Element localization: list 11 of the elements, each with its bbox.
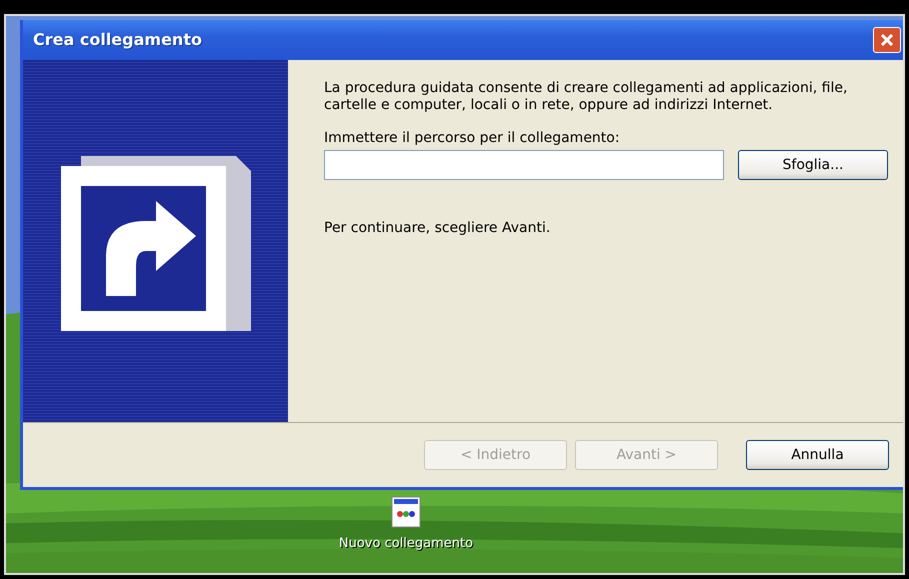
browse-button[interactable]: Sfoglia... [738, 150, 888, 180]
hint-text: Per continuare, scegliere Avanti. [324, 220, 552, 238]
path-input-field[interactable] [324, 150, 724, 180]
window-title: Crea collegamento [33, 29, 202, 51]
close-icon [879, 32, 895, 48]
path-label: Immettere il percorso per il collegamento: [324, 130, 621, 146]
wizard-button[interactable]: Annulla [746, 440, 889, 470]
desktop-icon-label[interactable]: Nuovo collegamento [338, 536, 474, 552]
shortcut-file-icon [391, 496, 421, 528]
close-button[interactable] [873, 27, 901, 53]
intro-text: La procedura guidata consente di creare collegamenti ad applicazioni, file, cartelle e computer, locali o in rete, oppure ad indirizzi Internet. [324, 80, 848, 114]
